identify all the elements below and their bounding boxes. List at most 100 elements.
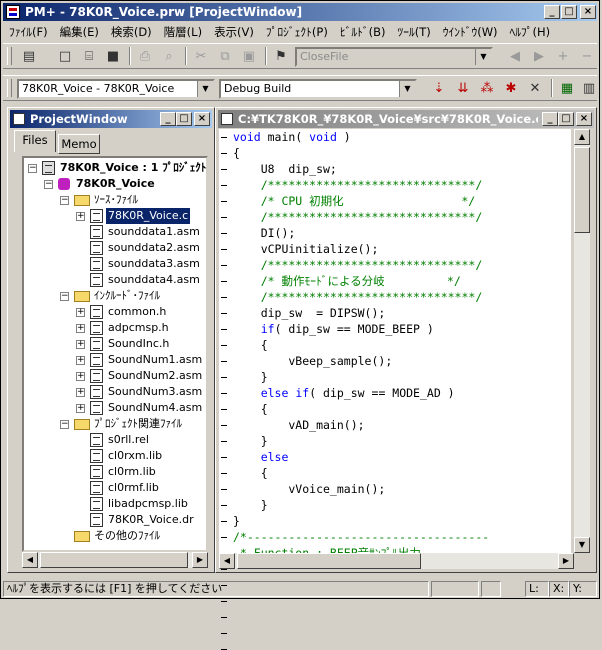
scroll-up-icon[interactable]: ▲	[574, 129, 590, 145]
copy-icon[interactable]: ⧉	[215, 47, 235, 67]
print-preview-icon[interactable]: ⌕	[159, 47, 179, 67]
title-bar[interactable]: PM+ - 78K0R_Voice.prw [ProjectWindow] _ …	[3, 3, 597, 21]
collapse-icon[interactable]: −	[28, 164, 37, 173]
tree-file[interactable]: 78K0R_Voice.dr	[76, 512, 206, 528]
app-icon[interactable]	[6, 5, 20, 19]
editor-maximize-button[interactable]: □	[558, 112, 574, 126]
menu-window[interactable]: ｳｲﾝﾄﾞｳ(W)	[437, 22, 504, 40]
command-icon[interactable]: ⚑	[271, 47, 291, 67]
menu-file[interactable]: ﾌｧｲﾙ(F)	[3, 22, 54, 40]
scroll-right-icon[interactable]: ▶	[558, 553, 574, 569]
tree-workspace[interactable]: − 78K0R_Voice : 1 ﾌﾟﾛｼﾞｪｸﾄ	[28, 160, 206, 176]
dropdown-arrow-icon[interactable]: ▼	[399, 81, 415, 97]
dropdown-arrow-icon[interactable]: ▼	[197, 81, 213, 97]
tree-file[interactable]: s0rll.rel	[76, 432, 206, 448]
expand-icon[interactable]: +	[76, 340, 85, 349]
tree-file[interactable]: + adpcmsp.h	[76, 320, 206, 336]
tree-file[interactable]: + SoundInc.h	[76, 336, 206, 352]
collapse-icon[interactable]: −	[60, 292, 69, 301]
debugger-icon[interactable]: ▦	[557, 79, 577, 99]
open-project-icon[interactable]: ▤	[19, 47, 39, 67]
menu-tools[interactable]: ﾂｰﾙ(T)	[391, 22, 436, 40]
code-editor[interactable]: void main( void ) { U8 dip_sw; /*********…	[233, 129, 571, 553]
collapse-icon[interactable]: −	[60, 420, 69, 429]
maximize-button[interactable]: □	[561, 5, 577, 19]
build-all-icon[interactable]: ⁂	[477, 79, 497, 99]
tree-file[interactable]: sounddata1.asm	[76, 224, 206, 240]
vscroll-thumb[interactable]	[574, 147, 590, 233]
collapse-icon[interactable]: −	[44, 180, 53, 189]
tree-file[interactable]: cl0rm.lib	[76, 464, 206, 480]
save-icon[interactable]: ■	[103, 47, 123, 67]
tree-file[interactable]: + common.h	[76, 304, 206, 320]
build-icon[interactable]: ⇣	[429, 79, 449, 99]
collapse-icon[interactable]: −	[60, 196, 69, 205]
tree-other-folder[interactable]: その他のﾌｧｲﾙ	[60, 528, 206, 544]
tree-file[interactable]: sounddata2.asm	[76, 240, 206, 256]
expand-icon[interactable]: +	[76, 324, 85, 333]
editor-titlebar[interactable]: C:¥TK78K0R_¥78K0R_Voice¥src¥78K0R_Voice.…	[218, 110, 594, 128]
tree-source-folder[interactable]: − ｿｰｽ･ﾌｧｲﾙ	[60, 192, 206, 208]
new-file-icon[interactable]: □	[55, 47, 75, 67]
expand-icon[interactable]: +	[76, 212, 85, 221]
expand-icon[interactable]: +	[76, 388, 85, 397]
paste-icon[interactable]: ▣	[239, 47, 259, 67]
project-close-button[interactable]: ×	[194, 112, 210, 126]
print-icon[interactable]: ⎙	[135, 47, 155, 67]
editor-minimize-button[interactable]: _	[542, 112, 558, 126]
menu-project[interactable]: ﾌﾟﾛｼﾞｪｸﾄ(P)	[260, 22, 334, 40]
project-window-titlebar[interactable]: ProjectWindow _ □ ×	[10, 110, 212, 128]
expand-icon[interactable]: +	[76, 308, 85, 317]
editor-close-button[interactable]: ×	[576, 112, 592, 126]
plus-icon[interactable]: +	[553, 47, 573, 67]
project-maximize-button[interactable]: □	[176, 112, 192, 126]
project-hscrollbar[interactable]: ◀ ▶	[22, 552, 208, 568]
toolbar-grip[interactable]	[7, 79, 12, 97]
editor-hscrollbar[interactable]: ◀ ▶	[219, 553, 574, 569]
window-list-icon[interactable]: ▥	[579, 79, 599, 99]
toolbar-grip[interactable]	[7, 47, 12, 65]
scroll-right-icon[interactable]: ▶	[192, 552, 208, 568]
tree-file[interactable]: + 78K0R_Voice.c	[76, 208, 206, 224]
stop-build-icon[interactable]: ✕	[525, 79, 545, 99]
scroll-left-icon[interactable]: ◀	[219, 553, 235, 569]
menu-hierarchy[interactable]: 階層(L)	[158, 22, 208, 40]
expand-icon[interactable]: +	[76, 356, 85, 365]
tree-file[interactable]: cl0rmf.lib	[76, 480, 206, 496]
tree-include-folder[interactable]: − ｲﾝｸﾙｰﾄﾞ･ﾌｧｲﾙ	[60, 288, 206, 304]
editor-vscrollbar[interactable]: ▲ ▼	[574, 129, 590, 553]
minimize-button[interactable]: _	[544, 5, 560, 19]
back-icon[interactable]: ◀	[505, 47, 525, 67]
tree-project[interactable]: − 78K0R_Voice	[44, 176, 204, 192]
expand-icon[interactable]: +	[76, 404, 85, 413]
minus-icon[interactable]: −	[577, 47, 597, 67]
menu-build[interactable]: ﾋﾞﾙﾄﾞ(B)	[334, 22, 392, 40]
cut-icon[interactable]: ✂	[191, 47, 211, 67]
tree-file[interactable]: sounddata4.asm	[76, 272, 206, 288]
tree-file[interactable]: cl0rxm.lib	[76, 448, 206, 464]
tab-files[interactable]: Files	[14, 130, 56, 152]
menu-edit[interactable]: 編集(E)	[54, 22, 105, 40]
project-tree[interactable]: − 78K0R_Voice : 1 ﾌﾟﾛｼﾞｪｸﾄ − 78K0R_Voice…	[22, 156, 208, 552]
hscroll-thumb[interactable]	[237, 553, 421, 569]
tree-file[interactable]: + SoundNum1.asm	[76, 352, 206, 368]
rebuild-icon[interactable]: ⇊	[453, 79, 473, 99]
tree-file[interactable]: + SoundNum4.asm	[76, 400, 206, 416]
tree-project-related-folder[interactable]: − ﾌﾟﾛｼﾞｪｸﾄ関連ﾌｧｲﾙ	[60, 416, 206, 432]
command-combo[interactable]: CloseFile ▼	[295, 47, 493, 67]
dropdown-arrow-icon[interactable]: ▼	[475, 49, 491, 65]
compile-icon[interactable]: ✱	[501, 79, 521, 99]
open-folder-icon[interactable]: ⌸	[79, 47, 99, 67]
scroll-down-icon[interactable]: ▼	[574, 537, 590, 553]
hscroll-thumb[interactable]	[40, 552, 188, 568]
tab-memo[interactable]: Memo	[58, 134, 100, 154]
tree-file[interactable]: sounddata3.asm	[76, 256, 206, 272]
tree-file[interactable]: + SoundNum3.asm	[76, 384, 206, 400]
menu-help[interactable]: ﾍﾙﾌﾟ(H)	[504, 22, 557, 40]
build-config-combo[interactable]: Debug Build ▼	[219, 79, 417, 99]
project-minimize-button[interactable]: _	[160, 112, 176, 126]
tree-file[interactable]: libadpcmsp.lib	[76, 496, 206, 512]
forward-icon[interactable]: ▶	[529, 47, 549, 67]
close-button[interactable]: ×	[580, 5, 596, 19]
scroll-left-icon[interactable]: ◀	[22, 552, 38, 568]
